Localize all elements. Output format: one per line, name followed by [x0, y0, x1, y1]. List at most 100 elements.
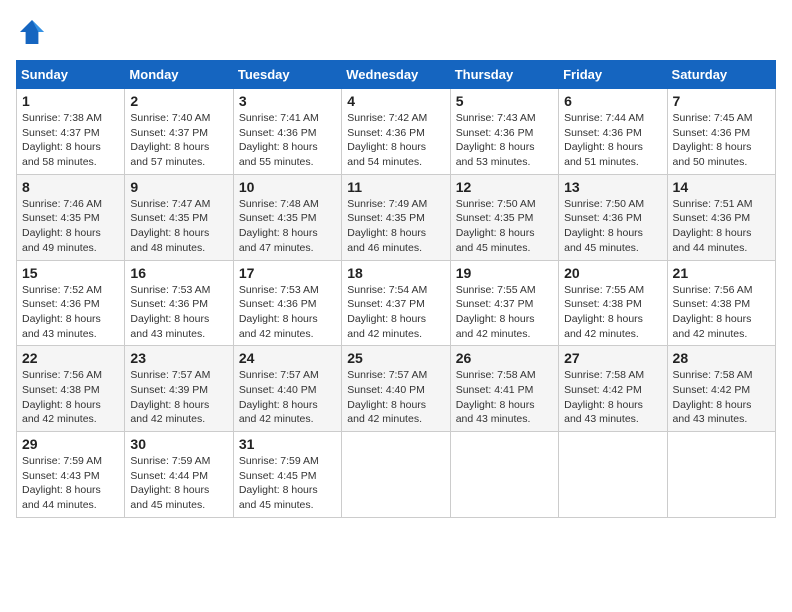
day-info: Sunrise: 7:51 AMSunset: 4:36 PMDaylight:… — [673, 197, 770, 256]
calendar-cell — [559, 432, 667, 518]
calendar-cell: 7 Sunrise: 7:45 AMSunset: 4:36 PMDaylight… — [667, 89, 775, 175]
day-number: 6 — [564, 93, 661, 109]
day-info: Sunrise: 7:57 AMSunset: 4:40 PMDaylight:… — [347, 368, 444, 427]
day-number: 27 — [564, 350, 661, 366]
calendar-cell: 20 Sunrise: 7:55 AMSunset: 4:38 PMDayligh… — [559, 260, 667, 346]
day-info: Sunrise: 7:58 AMSunset: 4:42 PMDaylight:… — [673, 368, 770, 427]
calendar-cell: 27Sunrise: 7:58 AMSunset: 4:42 PMDayligh… — [559, 346, 667, 432]
day-number: 23 — [130, 350, 227, 366]
calendar-cell: 19 Sunrise: 7:55 AMSunset: 4:37 PMDayligh… — [450, 260, 558, 346]
day-info: Sunrise: 7:55 AMSunset: 4:38 PMDaylight:… — [564, 283, 661, 342]
day-info: Sunrise: 7:57 AMSunset: 4:39 PMDaylight:… — [130, 368, 227, 427]
calendar-cell: 28Sunrise: 7:58 AMSunset: 4:42 PMDayligh… — [667, 346, 775, 432]
calendar-week-5: 29 Sunrise: 7:59 AMSunset: 4:43 PMDayligh… — [17, 432, 776, 518]
calendar-cell: 11 Sunrise: 7:49 AMSunset: 4:35 PMDayligh… — [342, 174, 450, 260]
calendar-table: SundayMondayTuesdayWednesdayThursdayFrid… — [16, 60, 776, 518]
day-info: Sunrise: 7:59 AMSunset: 4:45 PMDaylight:… — [239, 454, 336, 513]
day-info: Sunrise: 7:49 AMSunset: 4:35 PMDaylight:… — [347, 197, 444, 256]
calendar-cell: 5 Sunrise: 7:43 AMSunset: 4:36 PMDaylight… — [450, 89, 558, 175]
calendar-cell: 25 Sunrise: 7:57 AMSunset: 4:40 PMDayligh… — [342, 346, 450, 432]
day-number: 10 — [239, 179, 336, 195]
day-number: 29 — [22, 436, 119, 452]
day-number: 4 — [347, 93, 444, 109]
day-info: Sunrise: 7:47 AMSunset: 4:35 PMDaylight:… — [130, 197, 227, 256]
calendar-cell: 10 Sunrise: 7:48 AMSunset: 4:35 PMDayligh… — [233, 174, 341, 260]
day-number: 25 — [347, 350, 444, 366]
day-number: 12 — [456, 179, 553, 195]
calendar-cell: 2 Sunrise: 7:40 AMSunset: 4:37 PMDaylight… — [125, 89, 233, 175]
weekday-header-sunday: Sunday — [17, 61, 125, 89]
calendar-cell: 16 Sunrise: 7:53 AMSunset: 4:36 PMDayligh… — [125, 260, 233, 346]
day-number: 11 — [347, 179, 444, 195]
day-info: Sunrise: 7:54 AMSunset: 4:37 PMDaylight:… — [347, 283, 444, 342]
day-info: Sunrise: 7:59 AMSunset: 4:44 PMDaylight:… — [130, 454, 227, 513]
day-number: 2 — [130, 93, 227, 109]
day-info: Sunrise: 7:38 AMSunset: 4:37 PMDaylight:… — [22, 111, 119, 170]
weekday-header-tuesday: Tuesday — [233, 61, 341, 89]
day-number: 16 — [130, 265, 227, 281]
calendar-cell — [342, 432, 450, 518]
calendar-week-1: 1 Sunrise: 7:38 AMSunset: 4:37 PMDaylight… — [17, 89, 776, 175]
day-number: 24 — [239, 350, 336, 366]
calendar-cell: 26 Sunrise: 7:58 AMSunset: 4:41 PMDayligh… — [450, 346, 558, 432]
weekday-header-wednesday: Wednesday — [342, 61, 450, 89]
day-number: 19 — [456, 265, 553, 281]
calendar-cell: 29 Sunrise: 7:59 AMSunset: 4:43 PMDayligh… — [17, 432, 125, 518]
calendar-cell — [450, 432, 558, 518]
day-number: 5 — [456, 93, 553, 109]
calendar-week-4: 22 Sunrise: 7:56 AMSunset: 4:38 PMDayligh… — [17, 346, 776, 432]
day-number: 26 — [456, 350, 553, 366]
logo — [16, 16, 52, 48]
weekday-header-saturday: Saturday — [667, 61, 775, 89]
calendar-cell: 1 Sunrise: 7:38 AMSunset: 4:37 PMDaylight… — [17, 89, 125, 175]
calendar-cell: 6Sunrise: 7:44 AMSunset: 4:36 PMDaylight… — [559, 89, 667, 175]
day-info: Sunrise: 7:45 AMSunset: 4:36 PMDaylight:… — [673, 111, 770, 170]
day-number: 7 — [673, 93, 770, 109]
day-info: Sunrise: 7:48 AMSunset: 4:35 PMDaylight:… — [239, 197, 336, 256]
logo-icon — [16, 16, 48, 48]
calendar-cell: 13 Sunrise: 7:50 AMSunset: 4:36 PMDayligh… — [559, 174, 667, 260]
day-info: Sunrise: 7:57 AMSunset: 4:40 PMDaylight:… — [239, 368, 336, 427]
day-number: 14 — [673, 179, 770, 195]
day-number: 13 — [564, 179, 661, 195]
weekday-header-friday: Friday — [559, 61, 667, 89]
day-info: Sunrise: 7:50 AMSunset: 4:35 PMDaylight:… — [456, 197, 553, 256]
day-info: Sunrise: 7:41 AMSunset: 4:36 PMDaylight:… — [239, 111, 336, 170]
day-info: Sunrise: 7:53 AMSunset: 4:36 PMDaylight:… — [130, 283, 227, 342]
calendar-week-3: 15 Sunrise: 7:52 AMSunset: 4:36 PMDayligh… — [17, 260, 776, 346]
day-number: 18 — [347, 265, 444, 281]
weekday-header-monday: Monday — [125, 61, 233, 89]
calendar-cell: 22 Sunrise: 7:56 AMSunset: 4:38 PMDayligh… — [17, 346, 125, 432]
day-info: Sunrise: 7:59 AMSunset: 4:43 PMDaylight:… — [22, 454, 119, 513]
day-number: 8 — [22, 179, 119, 195]
weekday-header-thursday: Thursday — [450, 61, 558, 89]
day-info: Sunrise: 7:42 AMSunset: 4:36 PMDaylight:… — [347, 111, 444, 170]
calendar-header-row: SundayMondayTuesdayWednesdayThursdayFrid… — [17, 61, 776, 89]
day-number: 15 — [22, 265, 119, 281]
day-number: 22 — [22, 350, 119, 366]
day-info: Sunrise: 7:43 AMSunset: 4:36 PMDaylight:… — [456, 111, 553, 170]
day-info: Sunrise: 7:50 AMSunset: 4:36 PMDaylight:… — [564, 197, 661, 256]
page-header — [16, 16, 776, 48]
calendar-cell: 17 Sunrise: 7:53 AMSunset: 4:36 PMDayligh… — [233, 260, 341, 346]
day-number: 20 — [564, 265, 661, 281]
calendar-cell: 12 Sunrise: 7:50 AMSunset: 4:35 PMDayligh… — [450, 174, 558, 260]
day-info: Sunrise: 7:52 AMSunset: 4:36 PMDaylight:… — [22, 283, 119, 342]
day-info: Sunrise: 7:53 AMSunset: 4:36 PMDaylight:… — [239, 283, 336, 342]
day-number: 17 — [239, 265, 336, 281]
calendar-cell: 21 Sunrise: 7:56 AMSunset: 4:38 PMDayligh… — [667, 260, 775, 346]
day-number: 21 — [673, 265, 770, 281]
day-info: Sunrise: 7:40 AMSunset: 4:37 PMDaylight:… — [130, 111, 227, 170]
calendar-cell: 3Sunrise: 7:41 AMSunset: 4:36 PMDaylight… — [233, 89, 341, 175]
day-info: Sunrise: 7:58 AMSunset: 4:41 PMDaylight:… — [456, 368, 553, 427]
day-number: 1 — [22, 93, 119, 109]
calendar-cell: 18 Sunrise: 7:54 AMSunset: 4:37 PMDayligh… — [342, 260, 450, 346]
calendar-cell: 4 Sunrise: 7:42 AMSunset: 4:36 PMDaylight… — [342, 89, 450, 175]
day-number: 31 — [239, 436, 336, 452]
calendar-cell: 9Sunrise: 7:47 AMSunset: 4:35 PMDaylight… — [125, 174, 233, 260]
calendar-cell: 24 Sunrise: 7:57 AMSunset: 4:40 PMDayligh… — [233, 346, 341, 432]
day-info: Sunrise: 7:55 AMSunset: 4:37 PMDaylight:… — [456, 283, 553, 342]
day-info: Sunrise: 7:56 AMSunset: 4:38 PMDaylight:… — [22, 368, 119, 427]
day-info: Sunrise: 7:56 AMSunset: 4:38 PMDaylight:… — [673, 283, 770, 342]
calendar-cell: 14 Sunrise: 7:51 AMSunset: 4:36 PMDayligh… — [667, 174, 775, 260]
